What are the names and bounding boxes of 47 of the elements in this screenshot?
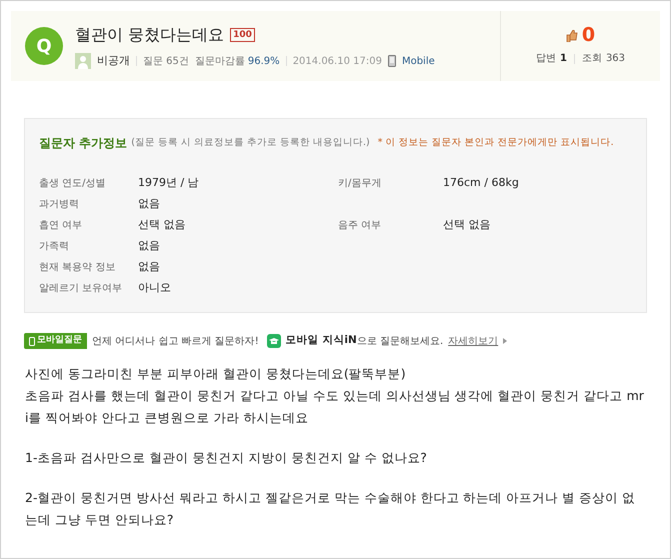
info-label: 과거병력 (39, 198, 80, 212)
info-label: 알레르기 보유여부 (39, 282, 124, 296)
points-badge: 100 (230, 28, 255, 42)
info-label: 현재 복용약 정보 (39, 261, 116, 275)
info-value: 없음 (138, 238, 161, 254)
details-link[interactable]: 자세히보기 (448, 334, 498, 348)
question-badge: Q (25, 27, 63, 65)
question-count: 질문 65건 (143, 54, 189, 68)
user-icon (75, 53, 91, 69)
like-count: 0 (582, 26, 596, 45)
close-rate: 96.9% (248, 54, 280, 68)
mobile-question-tag: 모바일질문 (24, 333, 87, 349)
app-icon (266, 334, 281, 348)
chevron-icon (503, 338, 508, 344)
author-name: 비공개 (97, 52, 130, 69)
info-value: 1979년 / 남 (138, 175, 200, 192)
promo-text: 으로 질문해보세요. (356, 334, 444, 348)
question-paragraph: 1-초음파 검사만으로 혈관이 뭉친건지 지방이 뭉친건지 알 수 없나요? (25, 449, 428, 467)
device-label: Mobile (402, 54, 435, 68)
question-paragraph: 2-혈관이 뭉친거면 방사선 뭐라고 하시고 젤같은거로 막는 수술해야 한다고 하는데 아프거나 별 증상이 없는데 그냥 두면 안되나요? (25, 489, 636, 529)
view-count: 363 (606, 52, 626, 66)
extra-info-title: 질문자 추가정보 (39, 135, 128, 152)
info-label: 흡연 여부 (39, 219, 84, 233)
question-title: 혈관이 뭉쳤다는데요 (75, 24, 224, 46)
info-value: 선택 없음 (443, 217, 490, 234)
close-rate-label: 질문마감률 (194, 54, 245, 68)
info-value: 176cm / 68kg (443, 175, 519, 192)
question-paragraph: 사진에 동그라미친 부분 피부아래 혈관이 뭉쳤다는데요(팔뚝부분) 초음파 검사를 했는데 혈관이 뭉친거 같다고 아닐 수도 있는데 의사선생님 생각에 혈관이 뭉친거 같다고 mri를 찍어봐야 안다고 큰병원으로 가라 하시는데요 (25, 365, 645, 427)
phone-icon (29, 336, 35, 346)
info-value: 아니오 (138, 280, 172, 296)
info-value: 없음 (138, 259, 161, 276)
views-label: 조회 (582, 52, 602, 66)
extra-info-subtitle: (질문 등록 시 의료정보를 추가로 등록한 내용입니다.) (131, 136, 370, 150)
info-value: 없음 (138, 196, 161, 212)
thumbs-up-icon[interactable] (566, 30, 578, 42)
info-label: 출생 연도/성별 (39, 177, 107, 191)
info-label: 가족력 (39, 240, 70, 254)
answers-label: 답변 (536, 52, 556, 66)
promo-text: 언제 어디서나 쉽고 빠르게 질문하자! (92, 334, 259, 348)
info-value: 선택 없음 (138, 217, 186, 234)
post-date: 2014.06.10 17:09 (292, 54, 382, 68)
info-label: 음주 여부 (338, 219, 382, 233)
privacy-notice: * 이 정보는 질문자 본인과 전문가에게만 표시됩니다. (378, 136, 614, 150)
app-name: 모바일 지식iN (286, 333, 357, 348)
phone-icon (388, 55, 396, 67)
info-label: 키/몸무게 (338, 177, 382, 191)
answer-count: 1 (560, 52, 567, 66)
